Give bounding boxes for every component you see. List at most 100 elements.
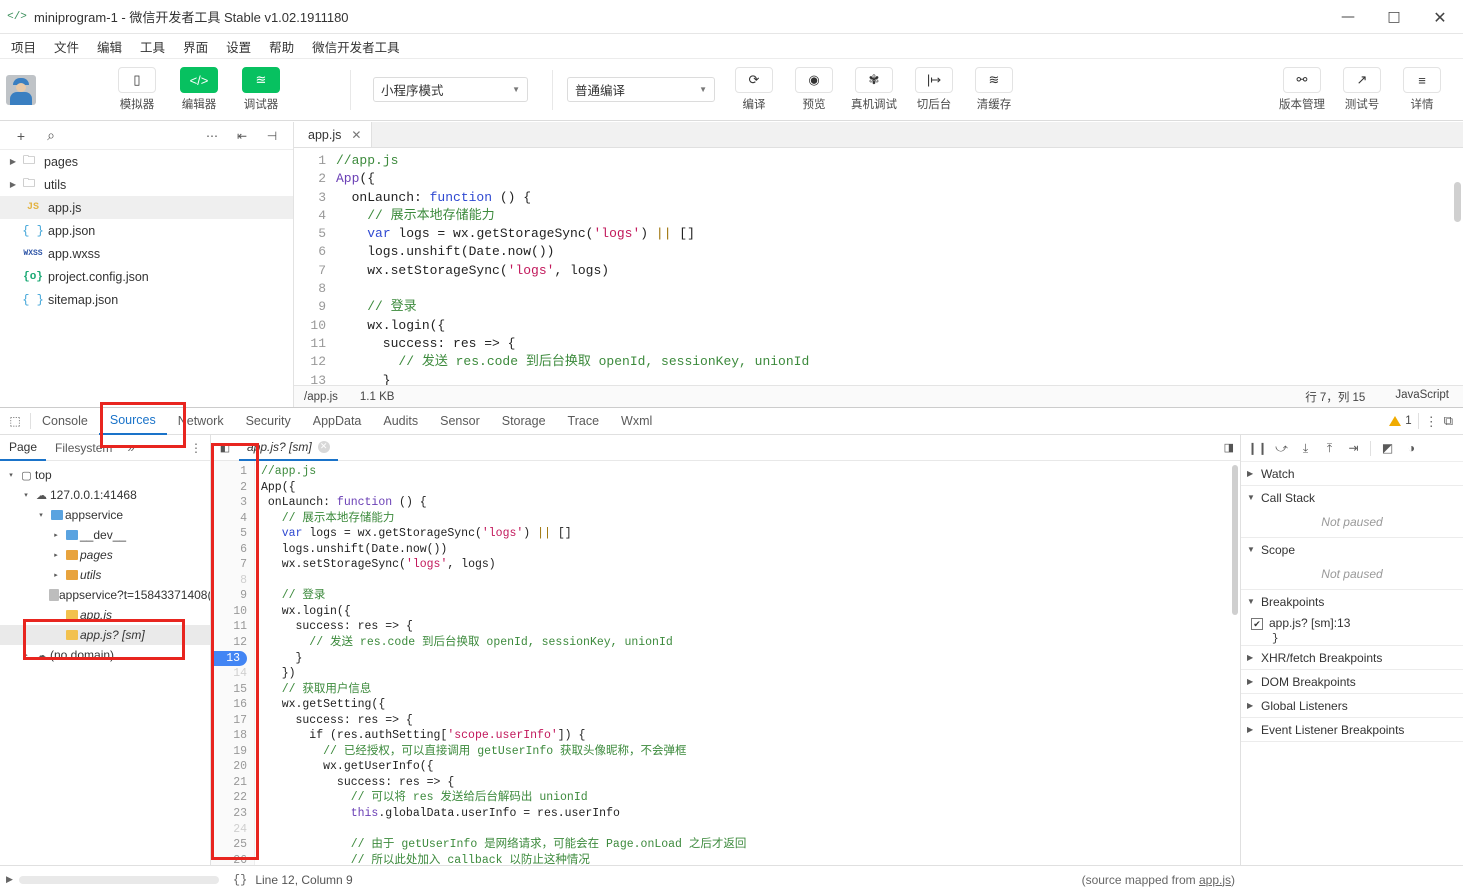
- menu-item-4[interactable]: 界面: [174, 35, 217, 58]
- explorer-item-project-config-json[interactable]: ▶{o}project.config.json: [0, 265, 293, 288]
- compile-select[interactable]: 普通编译 ▼: [567, 77, 715, 102]
- menu-item-3[interactable]: 工具: [131, 35, 174, 58]
- menu-item-1[interactable]: 文件: [45, 35, 88, 58]
- line-number[interactable]: 6: [211, 542, 247, 558]
- chevron-right-icon[interactable]: ▶: [6, 180, 20, 189]
- section-header[interactable]: ▼Breakpoints: [1241, 590, 1463, 613]
- line-number[interactable]: 9: [294, 298, 326, 316]
- editor-code[interactable]: //app.jsApp({ onLaunch: function () { //…: [336, 148, 1463, 385]
- line-number[interactable]: 18: [211, 728, 247, 744]
- devtools-tab-sources[interactable]: Sources: [99, 408, 167, 435]
- section-header[interactable]: ▶DOM Breakpoints: [1241, 670, 1463, 693]
- user-avatar[interactable]: [6, 75, 36, 105]
- line-number[interactable]: 9: [211, 588, 247, 604]
- explorer-item-pages[interactable]: ▶🗀pages: [0, 150, 293, 173]
- warning-badge[interactable]: 1: [1389, 415, 1411, 427]
- devtools-tab-storage[interactable]: Storage: [491, 408, 557, 435]
- mode-select[interactable]: 小程序模式 ▼: [373, 77, 528, 102]
- line-number[interactable]: 2: [294, 170, 326, 188]
- line-number[interactable]: 3: [211, 495, 247, 511]
- line-number[interactable]: 20: [211, 759, 247, 775]
- line-number[interactable]: 13: [211, 651, 247, 667]
- line-number[interactable]: 3: [294, 189, 326, 207]
- chevron-right-icon[interactable]: ▶: [6, 157, 20, 166]
- expand-sidebar-icon[interactable]: ◨: [1224, 441, 1240, 454]
- devtools-tab-audits[interactable]: Audits: [372, 408, 429, 435]
- step-into-icon[interactable]: ⤓: [1295, 438, 1316, 459]
- toolbar-center-button-4[interactable]: ≋清缓存: [971, 67, 1017, 112]
- chevron-right-icon[interactable]: ▸: [49, 531, 63, 539]
- close-icon[interactable]: ✕: [318, 441, 330, 453]
- toolbar-center-button-2[interactable]: ✾真机调试: [851, 67, 897, 112]
- step-icon[interactable]: ⇥: [1343, 438, 1364, 459]
- horizontal-scrollbar[interactable]: [19, 876, 219, 884]
- section-header[interactable]: ▶Event Listener Breakpoints: [1241, 718, 1463, 741]
- pause-icon[interactable]: ❙❙: [1247, 438, 1268, 459]
- menu-item-7[interactable]: 微信开发者工具: [303, 35, 409, 58]
- collapse-sidebar-icon[interactable]: ◧: [211, 441, 239, 454]
- toolbar-center-button-1[interactable]: ◉预览: [791, 67, 837, 112]
- navigator-item-appservice[interactable]: ▾appservice: [0, 505, 210, 525]
- line-number[interactable]: 8: [211, 573, 247, 589]
- explorer-item-app-wxss[interactable]: ▶WXSSapp.wxss: [0, 242, 293, 265]
- devtools-tab-console[interactable]: Console: [31, 408, 99, 435]
- step-out-icon[interactable]: ⤒: [1319, 438, 1340, 459]
- devtools-tab-network[interactable]: Network: [167, 408, 235, 435]
- line-number[interactable]: 13: [294, 372, 326, 385]
- breakpoint-item[interactable]: ✔app.js? [sm]:13: [1241, 613, 1463, 633]
- line-number[interactable]: 7: [294, 262, 326, 280]
- line-number[interactable]: 19: [211, 744, 247, 760]
- line-number[interactable]: 1: [294, 152, 326, 170]
- more-vertical-icon[interactable]: ⋮: [1425, 415, 1438, 428]
- toolbar-right-button-0[interactable]: ⚯版本管理: [1279, 67, 1325, 112]
- navigator-overflow-icon[interactable]: »: [121, 440, 140, 455]
- nav-tab-page[interactable]: Page: [0, 435, 46, 461]
- toolbar-right-button-2[interactable]: ≡详情: [1399, 67, 1445, 112]
- toolbar-left-button-2[interactable]: ≊调试器: [238, 67, 284, 112]
- source-map-link[interactable]: app.js: [1199, 873, 1231, 887]
- maximize-button[interactable]: □: [1371, 0, 1417, 34]
- navigator-item-app-js[interactable]: app.js: [0, 605, 210, 625]
- line-number[interactable]: 22: [211, 790, 247, 806]
- explorer-item-app-js[interactable]: ▶JSapp.js: [0, 196, 293, 219]
- line-number[interactable]: 25: [211, 837, 247, 853]
- step-over-icon[interactable]: ⤻: [1271, 438, 1292, 459]
- devtools-tab-security[interactable]: Security: [235, 408, 302, 435]
- breakpoint-checkbox[interactable]: ✔: [1251, 618, 1263, 630]
- explorer-item-sitemap-json[interactable]: ▶{ }sitemap.json: [0, 288, 293, 311]
- section-header[interactable]: ▶XHR/fetch Breakpoints: [1241, 646, 1463, 669]
- source-tab-app-js-sm[interactable]: app.js? [sm] ✕: [239, 435, 338, 461]
- expand-icon[interactable]: ▶: [0, 874, 13, 885]
- line-number[interactable]: 15: [211, 682, 247, 698]
- chevron-right-icon[interactable]: ▸: [49, 551, 63, 559]
- chevron-down-icon[interactable]: ▾: [19, 491, 33, 499]
- dock-panel-icon[interactable]: ⧉: [1444, 413, 1453, 429]
- close-button[interactable]: ✕: [1417, 0, 1463, 34]
- navigator-item-app-js-sm-[interactable]: app.js? [sm]: [0, 625, 210, 645]
- inspect-element-icon[interactable]: ⬚: [0, 414, 30, 428]
- collapse-all-icon[interactable]: ⇤: [227, 123, 257, 149]
- toolbar-right-button-1[interactable]: ↗测试号: [1339, 67, 1385, 112]
- chevron-right-icon[interactable]: ▸: [49, 571, 63, 579]
- menu-item-0[interactable]: 项目: [2, 35, 45, 58]
- navigator-item--dev-[interactable]: ▸__dev__: [0, 525, 210, 545]
- line-number[interactable]: 4: [294, 207, 326, 225]
- line-number[interactable]: 21: [211, 775, 247, 791]
- source-gutter[interactable]: 1234567891011121314151617181920212223242…: [211, 461, 255, 865]
- line-number[interactable]: 12: [294, 353, 326, 371]
- line-number[interactable]: 26: [211, 853, 247, 865]
- menu-item-6[interactable]: 帮助: [260, 35, 303, 58]
- navigator-item-utils[interactable]: ▸utils: [0, 565, 210, 585]
- section-header[interactable]: ▶Global Listeners: [1241, 694, 1463, 717]
- source-code-area[interactable]: 1234567891011121314151617181920212223242…: [211, 461, 1240, 865]
- toolbar-left-button-1[interactable]: </>编辑器: [176, 67, 222, 112]
- line-number[interactable]: 10: [211, 604, 247, 620]
- navigator-item-appservice-t-15843371408-[interactable]: appservice?t=15843371408(): [0, 585, 210, 605]
- navigator-item-top[interactable]: ▾▢top: [0, 465, 210, 485]
- chevron-down-icon[interactable]: ▾: [34, 511, 48, 519]
- navigator-menu-icon[interactable]: ⋮: [190, 441, 210, 455]
- line-number[interactable]: 5: [211, 526, 247, 542]
- add-icon[interactable]: +: [6, 123, 36, 149]
- line-number[interactable]: 14: [211, 666, 247, 682]
- line-number[interactable]: 11: [294, 335, 326, 353]
